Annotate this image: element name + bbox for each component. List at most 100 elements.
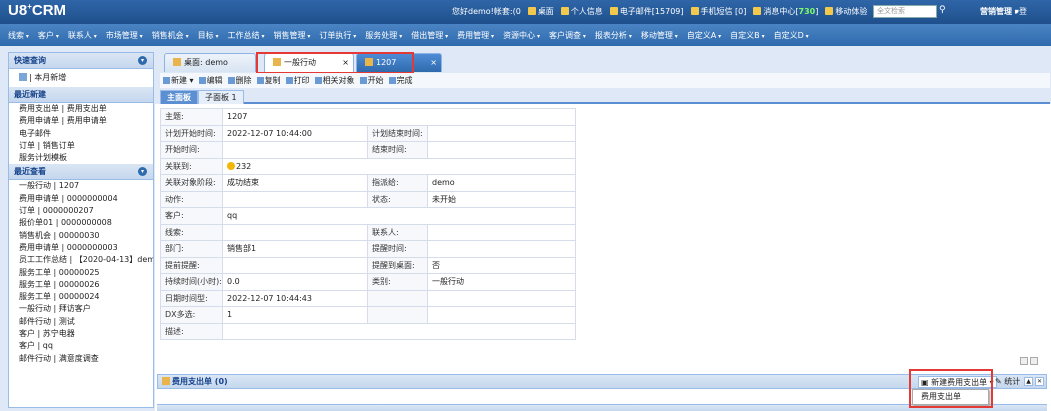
fulltext-search-input[interactable]: 全文检索: [873, 5, 937, 18]
desktop-icon: [527, 7, 536, 15]
menu-item[interactable]: 工作总结: [228, 30, 265, 41]
field-value: [426, 141, 577, 159]
sidebar-link[interactable]: 服务工单 | 00000024: [9, 291, 153, 303]
menu-item[interactable]: 客户: [38, 30, 59, 41]
field-value: 一般行动: [426, 273, 577, 291]
menu-item[interactable]: 移动管理: [641, 30, 678, 41]
menu-item[interactable]: 线索: [8, 30, 29, 41]
maximize-icon[interactable]: [1030, 357, 1038, 365]
toolbar-button[interactable]: 删除: [227, 75, 252, 86]
toolbar-icon: [163, 77, 170, 84]
form-row: 关联对象阶段: 成功结束 指派给: demo: [160, 174, 577, 192]
sidebar-link[interactable]: 报价单01 | 0000000008: [9, 217, 153, 229]
menu-item[interactable]: 客户调查: [549, 30, 586, 41]
desktop-link[interactable]: 桌面: [527, 6, 554, 17]
sidebar-link[interactable]: 邮件行动 | 测试: [9, 316, 153, 328]
personal-info-link[interactable]: 个人信息: [560, 6, 603, 17]
menu-item[interactable]: 费用管理: [457, 30, 494, 41]
restore-icon[interactable]: [1020, 357, 1028, 365]
toolbar-button[interactable]: 开始: [359, 75, 384, 86]
form-row: 持续时间(小时): 0.0 类别: 一般行动: [160, 273, 577, 291]
toolbar-button[interactable]: 新建 ▾: [163, 75, 194, 86]
field-value: [426, 223, 577, 241]
tab-sub-panel-1[interactable]: 子面板 1: [198, 90, 244, 104]
folder-icon: [162, 377, 170, 385]
stats-button[interactable]: ✎ 统计: [995, 376, 1020, 388]
field-label: 结束时间:: [367, 141, 428, 159]
field-label: 描述:: [160, 322, 223, 340]
menu-item[interactable]: 销售机会: [152, 30, 189, 41]
app-logo: U8+CRM: [8, 2, 67, 19]
sidebar-link[interactable]: 一般行动 | 拜访客户: [9, 303, 153, 315]
menu-item[interactable]: 服务处理: [365, 30, 402, 41]
field-label: 关联对象阶段:: [160, 174, 223, 192]
sidebar-link[interactable]: 服务工单 | 00000025: [9, 267, 153, 279]
sidebar-link[interactable]: 客户 | 苏宁电器: [9, 328, 153, 340]
form-row: 开始时间: 结束时间:: [160, 141, 577, 159]
menu-item[interactable]: 自定义A: [687, 30, 721, 41]
tab-main-panel[interactable]: 主面板: [160, 90, 198, 104]
form-row: 关联到: 232: [160, 157, 577, 175]
sidebar-link[interactable]: 订单 | 销售订单: [9, 140, 153, 152]
menu-item[interactable]: 目标: [198, 30, 219, 41]
menu-item[interactable]: 自定义B: [730, 30, 764, 41]
menu-item[interactable]: 销售管理: [273, 30, 310, 41]
email-link[interactable]: 电子邮件[15709]: [609, 6, 684, 17]
menu-item[interactable]: 自定义D: [774, 30, 809, 41]
menu-item[interactable]: 联系人: [68, 30, 97, 41]
search-icon[interactable]: ⚲: [939, 5, 951, 18]
field-value: 销售部1: [222, 240, 368, 258]
sidebar-link[interactable]: 电子邮件: [9, 128, 153, 140]
toolbar-button[interactable]: 相关对象: [314, 75, 355, 86]
user-role-menu[interactable]: 营销管理 ▾: [980, 6, 1019, 17]
folder-icon: [609, 7, 618, 15]
recent-new-header[interactable]: 最近新建: [9, 87, 153, 103]
mobile-link[interactable]: 移动体验: [825, 6, 867, 17]
form-row: 计划开始时间: 2022-12-07 10:44:00 计划结束时间:: [160, 124, 577, 142]
recent-view-header[interactable]: 最近查看 ▾: [9, 164, 153, 181]
sidebar-link[interactable]: 费用申请单 | 0000000004: [9, 193, 153, 205]
field-value: [222, 141, 368, 159]
field-label: 提醒到桌面:: [367, 256, 428, 274]
sidebar-link[interactable]: 费用支出单 | 费用支出单: [9, 103, 153, 115]
field-value: demo: [426, 174, 577, 192]
field-value: [426, 124, 577, 142]
sidebar-link[interactable]: 服务计划模板: [9, 152, 153, 164]
sidebar-link[interactable]: 订单 | 0000000207: [9, 205, 153, 217]
sms-link[interactable]: 手机短信 [0]: [690, 6, 746, 17]
menu-item[interactable]: 借出管理: [411, 30, 448, 41]
sidebar-link[interactable]: 客户 | qq: [9, 340, 153, 352]
close-icon[interactable]: ×: [430, 54, 437, 72]
toolbar-button[interactable]: 完成: [388, 75, 413, 86]
menu-item[interactable]: 报表分析: [595, 30, 632, 41]
quick-query-item[interactable]: | 本月新增: [9, 69, 153, 87]
sidebar-link[interactable]: 销售机会 | 00000030: [9, 230, 153, 242]
message-center-link[interactable]: 消息中心[730]: [753, 6, 818, 17]
sidebar-link[interactable]: 邮件行动 | 满意度调查: [9, 353, 153, 365]
close-panel-icon[interactable]: ✕: [1035, 377, 1044, 386]
collapse-icon[interactable]: ▾: [138, 56, 147, 65]
tab-desktop[interactable]: 桌面: demo: [164, 53, 256, 72]
menu-item[interactable]: 市场管理: [106, 30, 143, 41]
sidebar-link[interactable]: 员工工作总结 | 【2020-04-13】demo...: [9, 254, 153, 266]
field-value: 未开始: [426, 190, 577, 208]
toolbar-button[interactable]: 复制: [256, 75, 281, 86]
menu-item[interactable]: 资源中心: [503, 30, 540, 41]
toolbar-icon: [359, 77, 367, 84]
sidebar-link[interactable]: 一般行动 | 1207: [9, 180, 153, 192]
greeting: 您好demo!帐套:(0: [452, 7, 521, 16]
recent-new-list: 费用支出单 | 费用支出单 费用申请单 | 费用申请单 电子邮件 订单 | 销售订单服…: [9, 103, 153, 164]
sidebar-link[interactable]: 费用申请单 | 0000000003: [9, 242, 153, 254]
quick-query-header[interactable]: 快速查询 ▾: [9, 53, 153, 69]
toolbar-button[interactable]: 编辑: [198, 75, 223, 86]
sidebar-link[interactable]: 费用申请单 | 费用申请单: [9, 115, 153, 127]
collapse-icon[interactable]: ▾: [138, 167, 147, 177]
collapse-up-icon[interactable]: ▲: [1024, 377, 1033, 386]
menu-item[interactable]: 订单执行: [319, 30, 356, 41]
field-value: qq: [221, 207, 577, 225]
logout-link[interactable]: ▸登: [1015, 6, 1027, 17]
toolbar-button[interactable]: 打印: [285, 75, 310, 86]
home-icon: [173, 58, 181, 66]
sidebar-link[interactable]: 服务工单 | 00000026: [9, 279, 153, 291]
field-label: 提醒时间:: [367, 240, 428, 258]
